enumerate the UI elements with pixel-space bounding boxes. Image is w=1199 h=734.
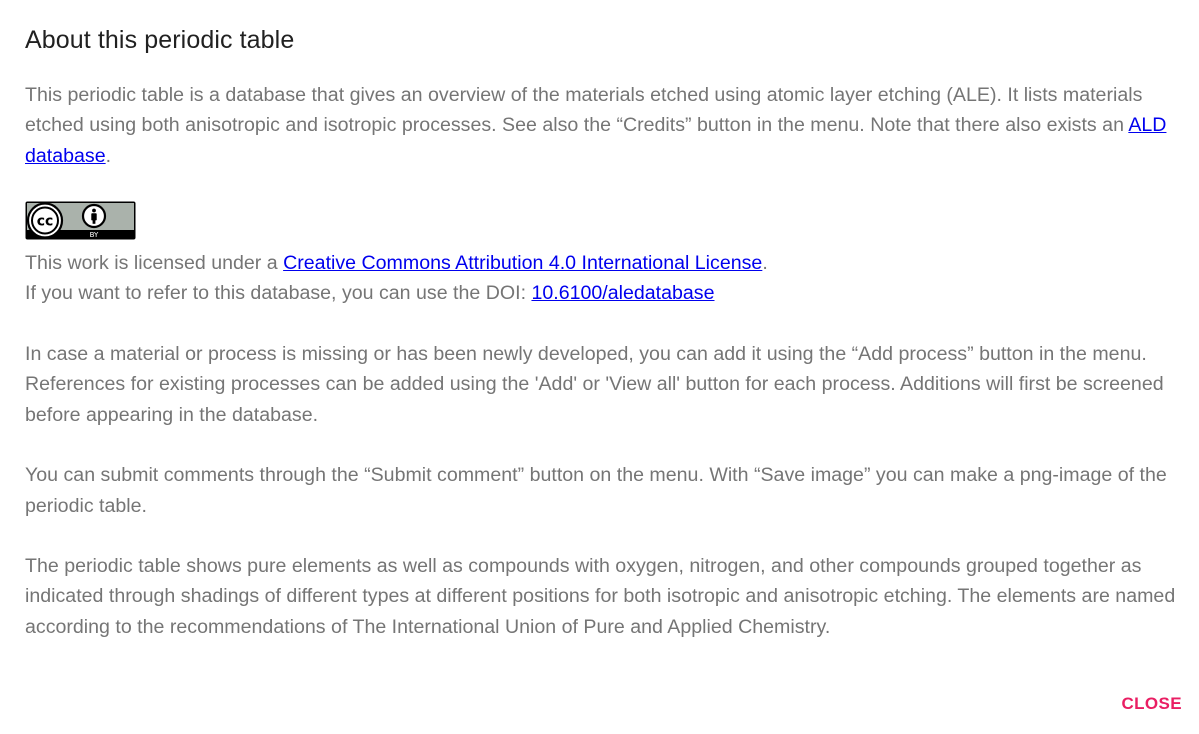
- dialog-content: This periodic table is a database that g…: [25, 80, 1180, 672]
- license-line: This work is licensed under a Creative C…: [25, 248, 1180, 278]
- license-text-end: .: [762, 252, 768, 275]
- creative-commons-by-icon[interactable]: cc BY: [25, 201, 136, 240]
- doi-link[interactable]: 10.6100/aledatabase: [531, 282, 714, 304]
- intro-text-end: .: [105, 144, 112, 167]
- dialog-title: About this periodic table: [25, 26, 295, 54]
- doi-line: If you want to refer to this database, y…: [25, 278, 1180, 308]
- by-badge-text: BY: [90, 231, 99, 239]
- about-dialog: About this periodic table This periodic …: [0, 0, 1199, 734]
- doi-text: If you want to refer to this database, y…: [25, 282, 532, 305]
- shading-paragraph: The periodic table shows pure elements a…: [25, 555, 1176, 638]
- add-process-paragraph: In case a material or process is missing…: [25, 343, 1164, 426]
- license-section: cc BY This work is licensed under a Crea…: [25, 201, 1180, 309]
- license-text: This work is licensed under a: [25, 252, 284, 275]
- cc-license-link[interactable]: Creative Commons Attribution 4.0 Interna…: [283, 252, 762, 274]
- submit-comment-paragraph: You can submit comments through the “Sub…: [25, 464, 1167, 517]
- intro-text: This periodic table is a database that g…: [25, 84, 1143, 137]
- close-button[interactable]: CLOSE: [1121, 690, 1182, 718]
- cc-badge-text: cc: [37, 214, 54, 230]
- intro-paragraph: This periodic table is a database that g…: [25, 80, 1180, 171]
